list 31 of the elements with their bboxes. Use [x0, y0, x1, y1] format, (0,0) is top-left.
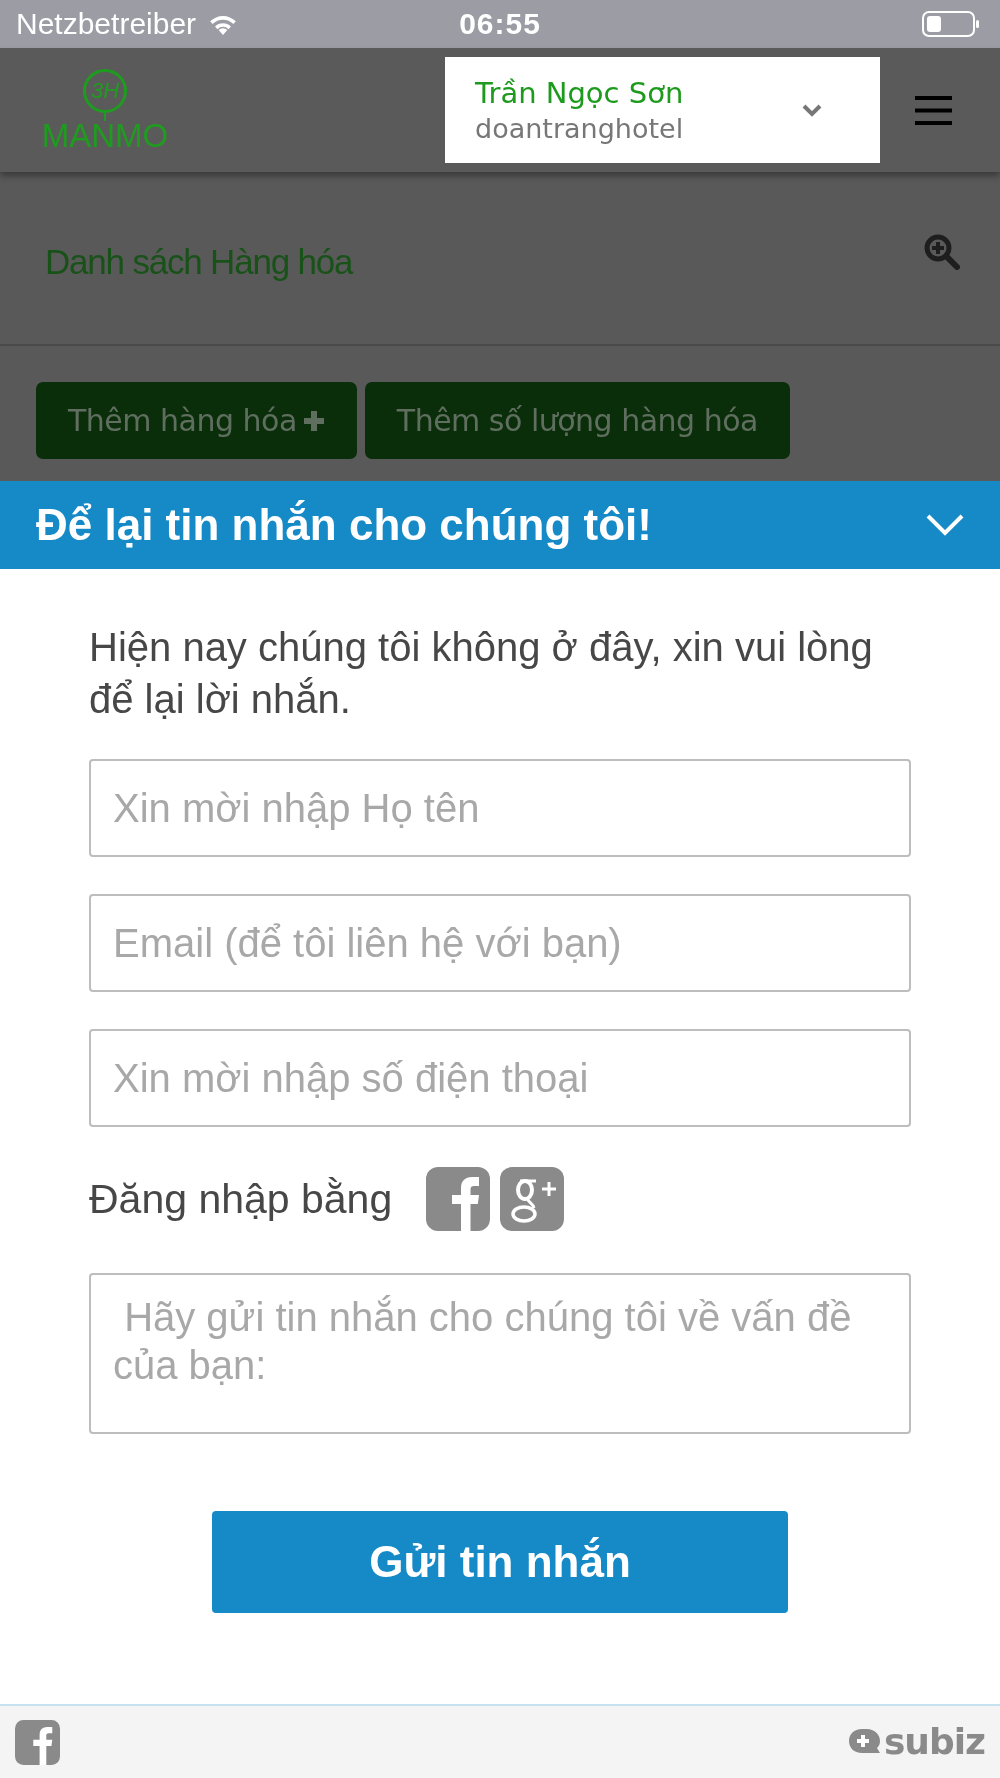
input-field[interactable]: Xin mời nhập Họ tên — [89, 759, 911, 857]
app-logo[interactable]: 3H MANMO — [37, 69, 173, 151]
input-field[interactable]: Email (để tôi liên hệ với bạn) — [89, 894, 911, 992]
add-quantity-button[interactable]: Thêm số lượng hàng hóa — [364, 382, 790, 459]
brand-name[interactable]: subiz — [883, 1722, 985, 1762]
zoom-in-icon[interactable] — [924, 234, 960, 270]
chat-title: Để lại tin nhắn cho chúng tôi! — [36, 500, 652, 550]
add-item-button[interactable]: Thêm hàng hóa — [36, 382, 357, 459]
logo-text: MANMO — [41, 121, 169, 151]
plus-icon — [302, 409, 325, 432]
message-input-field[interactable]: Hãy gửi tin nhắn cho chúng tôi về vấn đề của bạn: — [89, 1273, 911, 1434]
account-dropdown[interactable]: Trần Ngọc Sơn doantranghotel — [445, 57, 880, 163]
chevron-down-icon[interactable] — [926, 514, 964, 536]
account-username: doantranghotel — [475, 112, 685, 146]
logo-mark: 3H — [83, 69, 127, 113]
menu-icon[interactable] — [915, 95, 952, 125]
carrier-name: Netzbetreiber — [16, 7, 197, 41]
chat-message: Hiện nay chúng tôi không ở đây, xin vui lòng để lại lời nhắn. — [89, 624, 874, 723]
facebook-icon[interactable] — [426, 1166, 491, 1231]
battery-icon — [922, 11, 980, 37]
account-name: Trần Ngọc Sơn — [475, 75, 685, 112]
chevron-down-icon — [802, 103, 822, 117]
google-plus-icon[interactable] — [500, 1166, 565, 1231]
page-title: Danh sách Hàng hóa — [45, 241, 353, 283]
clock-time: 06:55 — [459, 7, 541, 41]
chat-plus-icon — [847, 1728, 882, 1756]
facebook-icon[interactable] — [15, 1719, 60, 1765]
wifi-icon — [208, 13, 239, 35]
input-field[interactable]: Xin mời nhập số điện thoại — [89, 1029, 911, 1127]
login-label: Đăng nhập bằng — [89, 1174, 393, 1223]
send-message-button[interactable]: Gửi tin nhắn — [212, 1511, 788, 1613]
